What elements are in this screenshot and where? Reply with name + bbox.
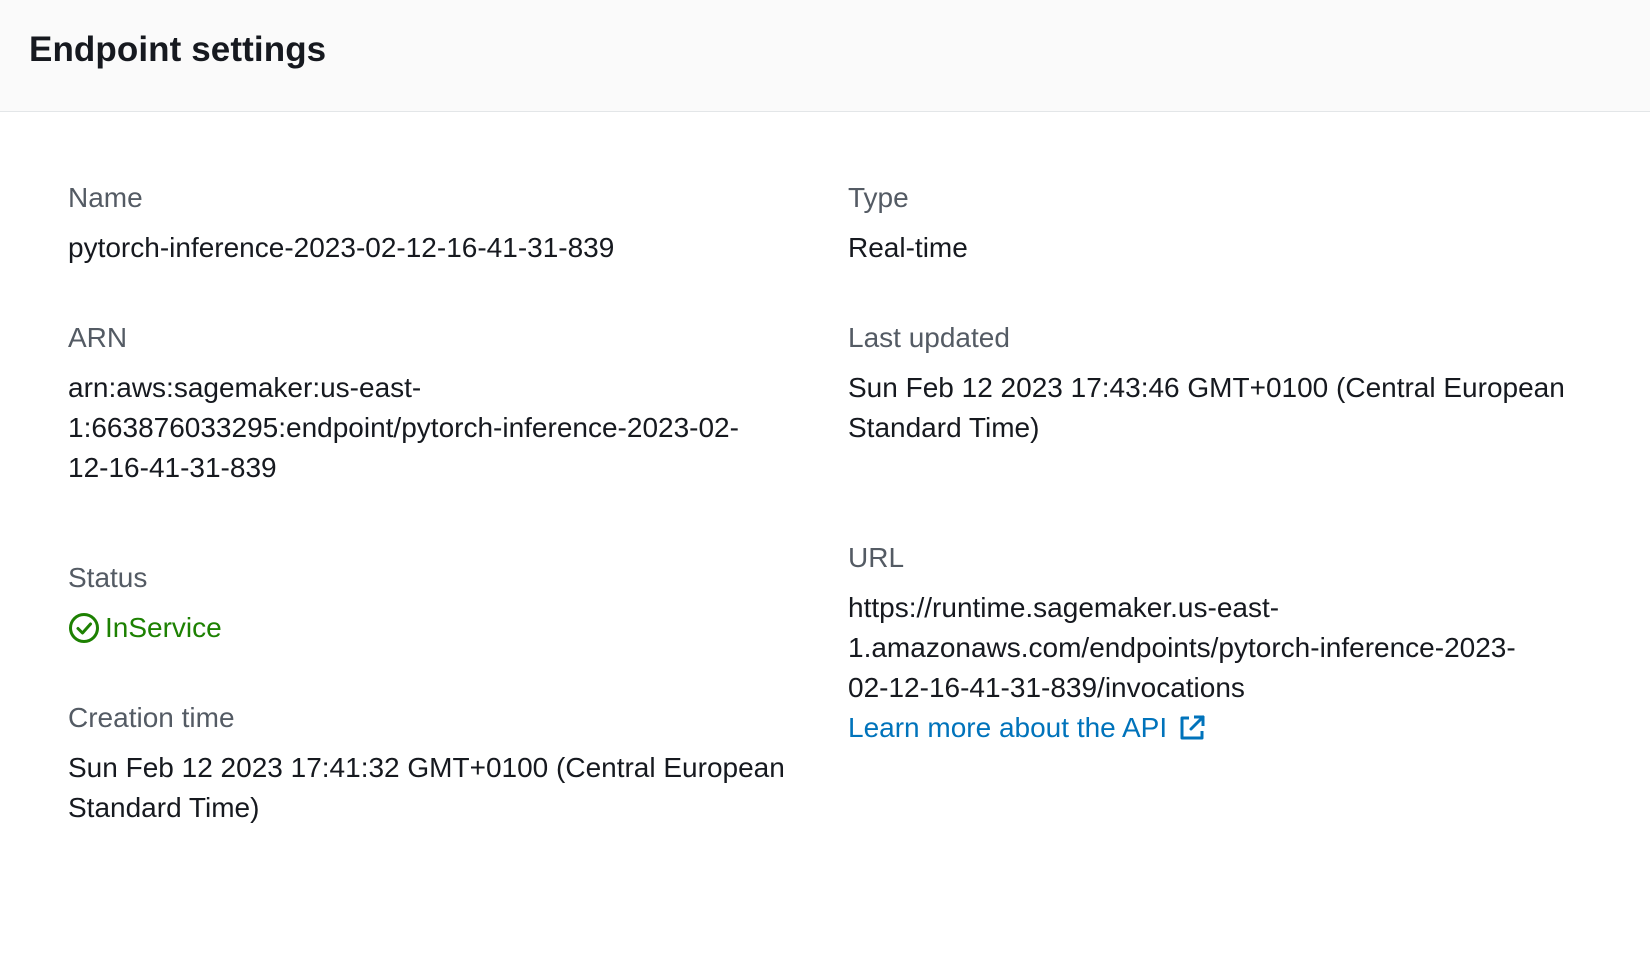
url-label: URL bbox=[848, 542, 905, 573]
url-value: https://runtime.sagemaker.us-east- 1.ama… bbox=[848, 588, 1588, 748]
url-line-3: 02-12-16-41-31-839/invocations bbox=[848, 672, 1245, 703]
last-updated-value: Sun Feb 12 2023 17:43:46 GMT+0100 (Centr… bbox=[848, 368, 1588, 448]
learn-more-api-link-text: Learn more about the API bbox=[848, 712, 1168, 743]
url-line-2: 1.amazonaws.com/endpoints/pytorch-infere… bbox=[848, 632, 1516, 663]
type-label: Type bbox=[848, 182, 909, 213]
last-updated-field: Last updated Sun Feb 12 2023 17:43:46 GM… bbox=[848, 318, 1588, 448]
external-link-icon bbox=[1180, 715, 1205, 740]
status-field: Status InService bbox=[68, 558, 798, 648]
arn-value-line-1: arn:aws:sagemaker:us-east- bbox=[68, 372, 422, 403]
url-line-1: https://runtime.sagemaker.us-east- bbox=[848, 592, 1280, 623]
name-field: Name pytorch-inference-2023-02-12-16-41-… bbox=[68, 178, 798, 268]
creation-time-line-1: Sun Feb 12 2023 17:41:32 GMT+0100 (Centr… bbox=[68, 752, 785, 783]
status-indicator: InService bbox=[68, 608, 798, 648]
creation-time-value: Sun Feb 12 2023 17:41:32 GMT+0100 (Centr… bbox=[68, 748, 798, 828]
status-value: InService bbox=[105, 612, 222, 643]
arn-field: ARN arn:aws:sagemaker:us-east- 1:6638760… bbox=[68, 318, 798, 488]
url-field: URL https://runtime.sagemaker.us-east- 1… bbox=[848, 538, 1588, 748]
type-value: Real-time bbox=[848, 232, 968, 263]
type-field: Type Real-time bbox=[848, 178, 1588, 268]
creation-time-field: Creation time Sun Feb 12 2023 17:41:32 G… bbox=[68, 698, 798, 828]
name-label: Name bbox=[68, 182, 143, 213]
last-updated-line-1: Sun Feb 12 2023 17:43:46 GMT+0100 (Centr… bbox=[848, 372, 1565, 403]
arn-value-line-3: 12-16-41-31-839 bbox=[68, 452, 277, 483]
last-updated-line-2: Standard Time) bbox=[848, 412, 1040, 443]
status-positive-icon bbox=[69, 613, 99, 643]
creation-time-line-2: Standard Time) bbox=[68, 792, 260, 823]
arn-value: arn:aws:sagemaker:us-east- 1:66387603329… bbox=[68, 368, 798, 488]
endpoint-settings-body: Name pytorch-inference-2023-02-12-16-41-… bbox=[0, 112, 1650, 960]
learn-more-api-link[interactable]: Learn more about the API bbox=[848, 708, 1207, 748]
creation-time-label: Creation time bbox=[68, 702, 235, 733]
status-label: Status bbox=[68, 562, 148, 593]
arn-value-line-2: 1:663876033295:endpoint/pytorch-inferenc… bbox=[68, 412, 739, 443]
last-updated-label: Last updated bbox=[848, 322, 1010, 353]
arn-label: ARN bbox=[68, 322, 128, 353]
panel-title: Endpoint settings bbox=[29, 30, 327, 69]
panel-header: Endpoint settings bbox=[0, 0, 1650, 112]
name-value: pytorch-inference-2023-02-12-16-41-31-83… bbox=[68, 232, 615, 263]
